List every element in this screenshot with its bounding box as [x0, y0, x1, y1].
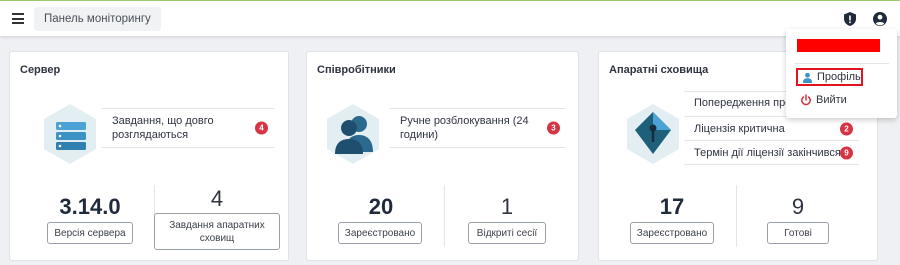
registered-storage-button[interactable]: Зареєстровано: [630, 222, 714, 244]
list-item[interactable]: Ручне розблокування (24 години) 3: [390, 108, 566, 148]
top-bar: Панель моніторингу: [0, 0, 900, 36]
card-title: Сервер: [20, 64, 61, 76]
divider: [794, 63, 889, 64]
power-icon: [801, 94, 811, 106]
server-version-button[interactable]: Версія сервера: [47, 222, 133, 244]
divider: [736, 185, 737, 247]
list-item-label: Ручне розблокування (24 години): [400, 115, 529, 141]
count-badge: 4: [255, 121, 268, 135]
list-item-label: Завдання, що довго розглядаються: [112, 115, 214, 141]
card-title: Співробітники: [317, 64, 396, 76]
list-item[interactable]: Завдання, що довго розглядаються 4: [102, 108, 274, 148]
storage-tasks-button[interactable]: Завдання апаратних сховищ: [154, 213, 280, 250]
stat-value: 1: [500, 194, 514, 219]
count-badge: 2: [840, 122, 853, 135]
employees-card: Співробітники Ручне розблокування (24 го…: [306, 51, 579, 261]
ready-storage-button[interactable]: Готові: [767, 222, 829, 244]
card-title: Апаратні сховища: [609, 64, 709, 76]
stat-value: 3.14.0: [59, 194, 121, 219]
logout-menu-item[interactable]: Вийти: [796, 91, 847, 109]
stat-value: 9: [791, 194, 805, 219]
usb-key-icon: [627, 104, 679, 164]
shield-alert-icon[interactable]: [842, 11, 858, 27]
users-icon: [327, 104, 379, 164]
profile-menu-item[interactable]: Профіль: [796, 68, 863, 86]
count-badge: 9: [840, 146, 853, 159]
server-icon: [44, 104, 96, 164]
stat-value: 4: [210, 186, 224, 211]
open-sessions-button[interactable]: Відкриті сесії: [468, 222, 546, 244]
menu-icon[interactable]: [12, 13, 24, 24]
user-icon: [802, 72, 813, 83]
list-item-label: Ліцензія критична: [694, 122, 785, 135]
server-card: Сервер Завдання, що довго розглядаються …: [9, 51, 289, 261]
redacted-username: [797, 39, 880, 52]
stat-value: 17: [659, 194, 685, 219]
logout-label: Вийти: [816, 94, 847, 106]
list-item-label: Термін дії ліцензії закінчився: [694, 146, 841, 159]
count-badge: 3: [547, 121, 560, 135]
user-dropdown-menu: Профіль Вийти: [786, 29, 897, 118]
user-circle-icon[interactable]: [872, 11, 888, 27]
profile-label: Профіль: [817, 71, 861, 83]
list-item[interactable]: Термін дії ліцензії закінчився 9: [684, 140, 859, 165]
registered-employees-button[interactable]: Зареєстровано: [338, 222, 422, 244]
list-item[interactable]: Ліцензія критична 2: [684, 116, 859, 140]
breadcrumb[interactable]: Панель моніторингу: [34, 7, 161, 31]
divider: [444, 185, 445, 247]
stat-value: 20: [368, 194, 394, 219]
